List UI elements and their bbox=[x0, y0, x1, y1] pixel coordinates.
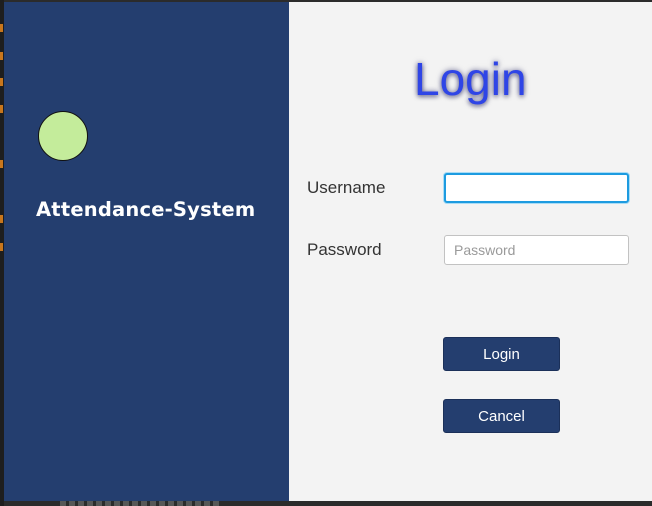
login-button[interactable]: Login bbox=[443, 337, 560, 371]
username-input[interactable] bbox=[444, 173, 629, 203]
login-form-panel: Login Username Password Login Cancel bbox=[289, 2, 652, 501]
background-marker bbox=[0, 160, 3, 168]
background-marker bbox=[0, 52, 3, 60]
background-marker bbox=[0, 215, 3, 223]
cancel-button[interactable]: Cancel bbox=[443, 399, 560, 433]
sidebar-panel: Attendance-System bbox=[4, 2, 289, 501]
background-marker bbox=[0, 78, 3, 86]
logo-circle-icon bbox=[38, 111, 88, 161]
password-input[interactable] bbox=[444, 235, 629, 265]
background-marker bbox=[0, 243, 3, 251]
password-label: Password bbox=[307, 240, 382, 259]
background-marker bbox=[0, 24, 3, 32]
username-label: Username bbox=[307, 178, 386, 197]
login-window: Attendance-System Login Username Passwor… bbox=[4, 2, 652, 501]
app-title: Attendance-System bbox=[36, 198, 256, 221]
login-heading: Login bbox=[414, 53, 527, 105]
background-marker bbox=[0, 105, 3, 113]
